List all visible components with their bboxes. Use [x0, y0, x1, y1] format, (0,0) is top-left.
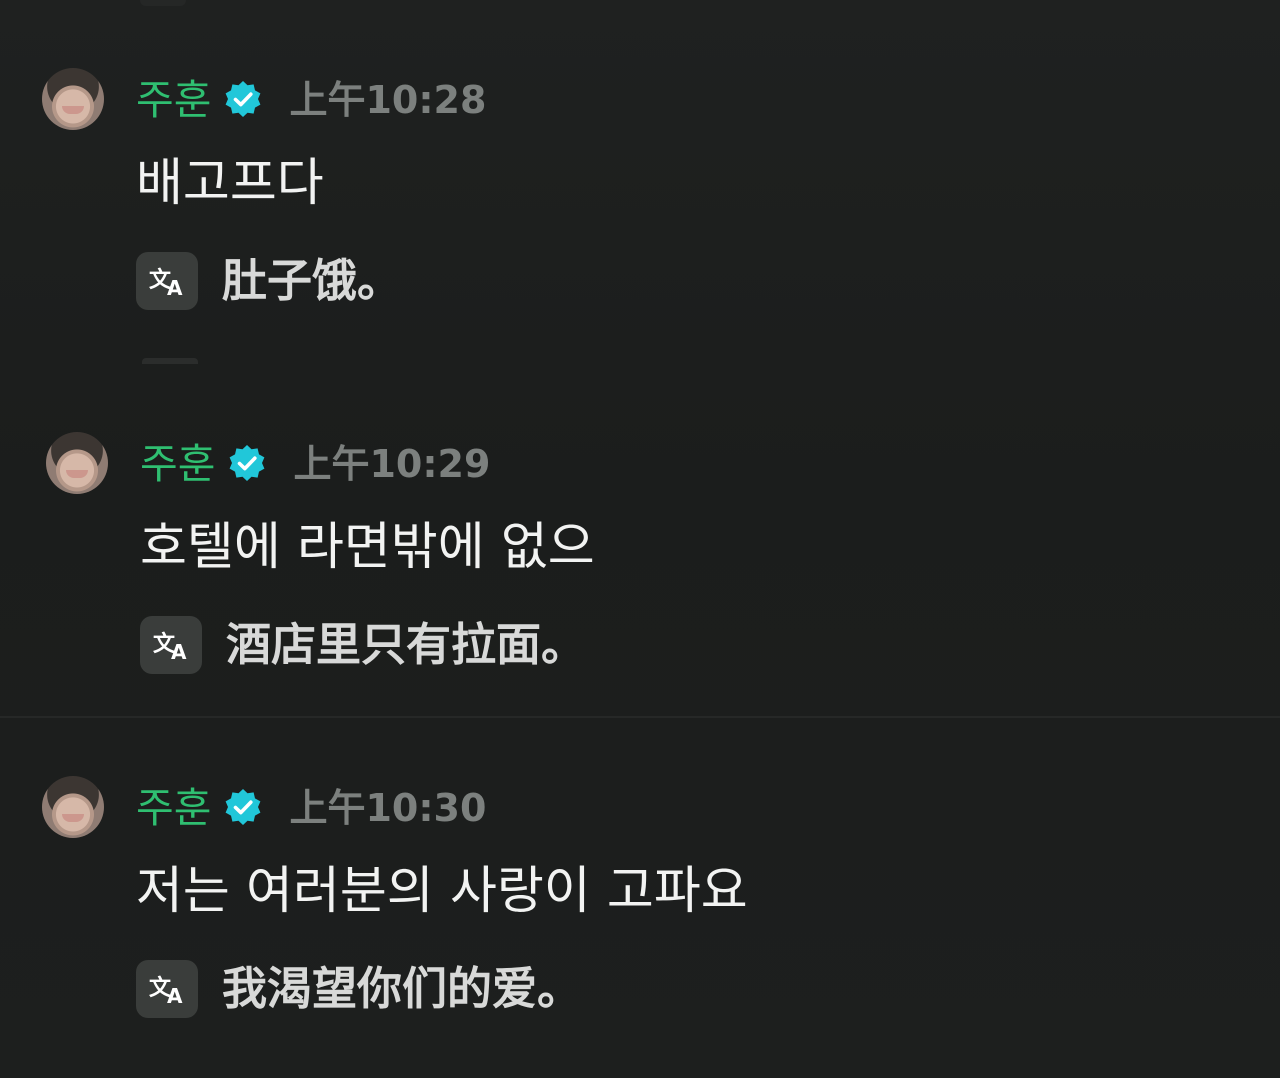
translated-text: 肚子饿。 [222, 254, 403, 307]
timestamp: 上午10:30 [289, 786, 487, 830]
message-text: 호텔에 라면밖에 없으 [140, 518, 595, 577]
timestamp: 上午10:28 [289, 78, 487, 122]
message-text: 저는 여러분의 사랑이 고파요 [136, 862, 748, 921]
translated-text: 酒店里只有拉面。 [226, 618, 587, 671]
verified-badge-icon [223, 80, 263, 120]
translate-icon[interactable]: 文 A [136, 252, 198, 310]
avatar[interactable] [42, 776, 104, 838]
message-text: 배고프다 [136, 154, 324, 213]
svg-text:A: A [171, 640, 187, 662]
verified-badge-icon [223, 788, 263, 828]
translation-row: 文 A 酒店里只有拉面。 [140, 614, 586, 676]
message-divider [0, 716, 1280, 718]
verified-badge-icon [227, 444, 267, 484]
username[interactable]: 주훈 [136, 784, 211, 832]
translate-icon[interactable]: 文 A [136, 960, 198, 1018]
reaction-bar-edge [142, 358, 198, 364]
timestamp: 上午10:29 [293, 442, 491, 486]
previous-message-edge [140, 0, 186, 6]
message-header: 주훈 上午10:29 [140, 438, 490, 490]
message-header: 주훈 上午10:30 [136, 782, 486, 834]
svg-text:A: A [167, 276, 183, 298]
username[interactable]: 주훈 [136, 76, 211, 124]
chat-feed: 주훈 上午10:28 배고프다 文 A 肚子饿。 주훈 上午10:29 호텔에 … [0, 0, 1280, 1078]
translate-icon[interactable]: 文 A [140, 616, 202, 674]
translation-row: 文 A 我渴望你们的爱。 [136, 958, 582, 1020]
username[interactable]: 주훈 [140, 440, 215, 488]
svg-text:A: A [167, 984, 183, 1006]
translated-text: 我渴望你们的爱。 [222, 962, 583, 1015]
message-header: 주훈 上午10:28 [136, 74, 486, 126]
avatar[interactable] [42, 68, 104, 130]
translation-row: 文 A 肚子饿。 [136, 250, 402, 312]
avatar[interactable] [46, 432, 108, 494]
